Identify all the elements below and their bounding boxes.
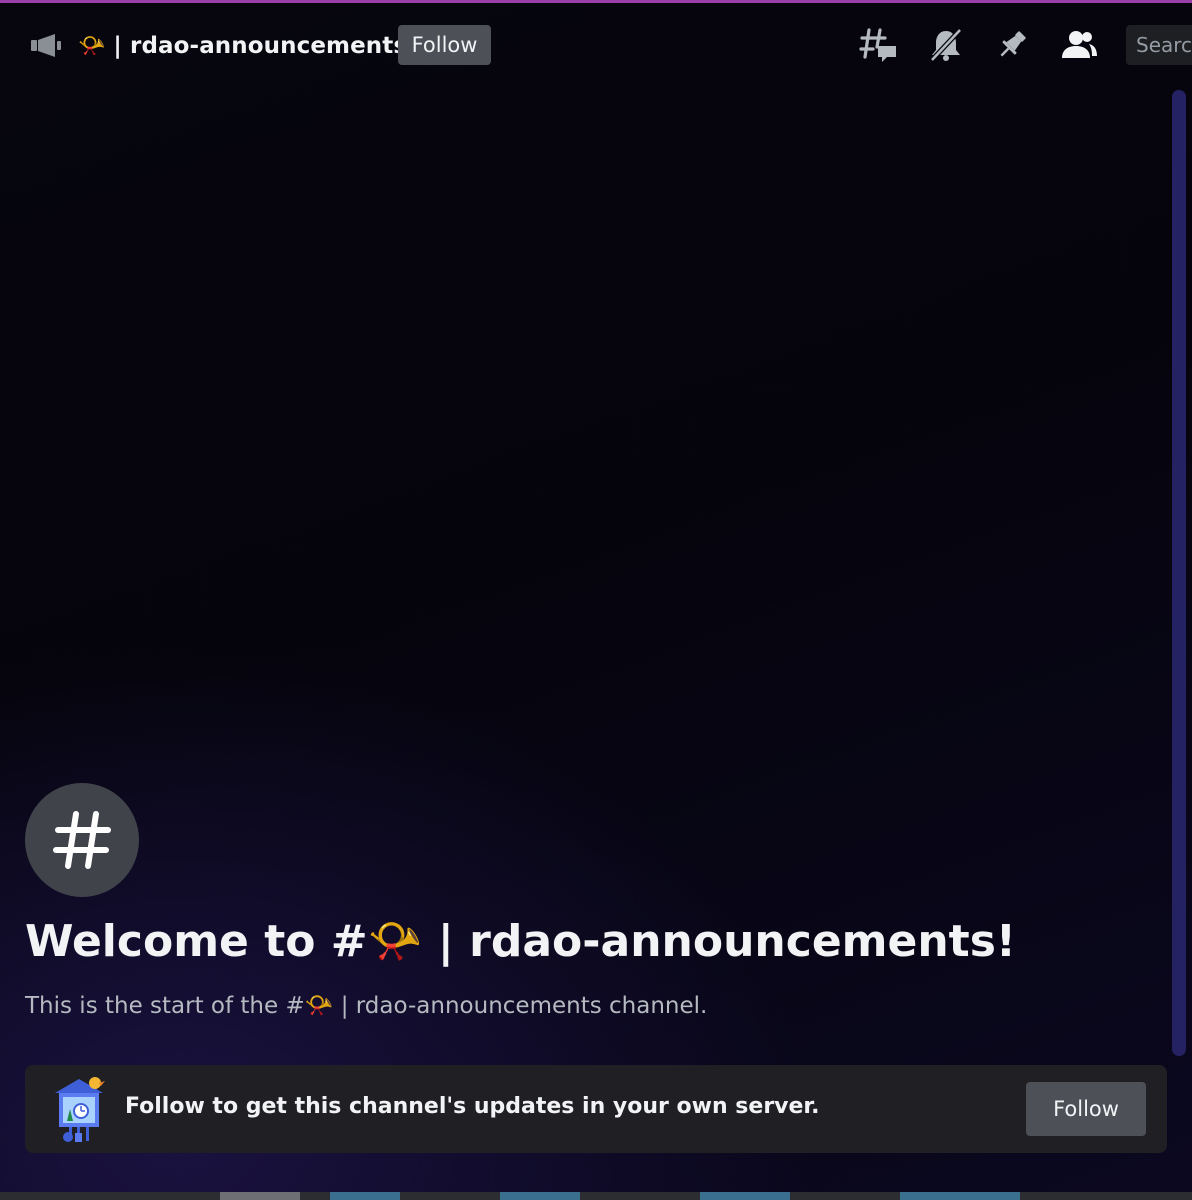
member-list-icon[interactable] <box>1058 28 1100 62</box>
welcome-subtitle: This is the start of the #📯 | rdao-annou… <box>25 993 708 1019</box>
pinned-messages-icon[interactable] <box>994 28 1030 62</box>
follow-channel-card: Follow to get this channel's updates in … <box>25 1065 1167 1153</box>
announcement-channel-icon <box>28 28 64 62</box>
channel-emoji: 📯 <box>78 33 106 59</box>
search-input[interactable]: Search <box>1126 25 1192 65</box>
channel-name: | rdao-announcements <box>113 33 408 59</box>
channel-title: 📯 | rdao-announcements <box>78 26 407 66</box>
notifications-muted-icon[interactable] <box>926 28 966 62</box>
cuckoo-house-illustration <box>55 1077 105 1142</box>
search-placeholder: Search <box>1136 33 1192 57</box>
bottom-strip <box>0 1192 1192 1200</box>
hash-icon <box>53 811 111 869</box>
bottom-strip-segment <box>500 1192 580 1200</box>
bottom-strip-segment <box>700 1192 790 1200</box>
bottom-strip-segment <box>220 1192 300 1200</box>
follow-card-text: Follow to get this channel's updates in … <box>125 1094 820 1119</box>
follow-card-button[interactable]: Follow <box>1026 1082 1146 1136</box>
bottom-strip-segment <box>900 1192 1020 1200</box>
welcome-heading: Welcome to #📯 | rdao-announcements! <box>25 916 1016 967</box>
channel-hash-avatar <box>25 783 139 897</box>
threads-icon[interactable] <box>858 28 900 62</box>
scrollbar-thumb[interactable] <box>1172 90 1186 1056</box>
bottom-strip-segment <box>330 1192 400 1200</box>
header-follow-button[interactable]: Follow <box>398 25 491 65</box>
channel-header: 📯 | rdao-announcements Follow Searc <box>0 3 1192 83</box>
